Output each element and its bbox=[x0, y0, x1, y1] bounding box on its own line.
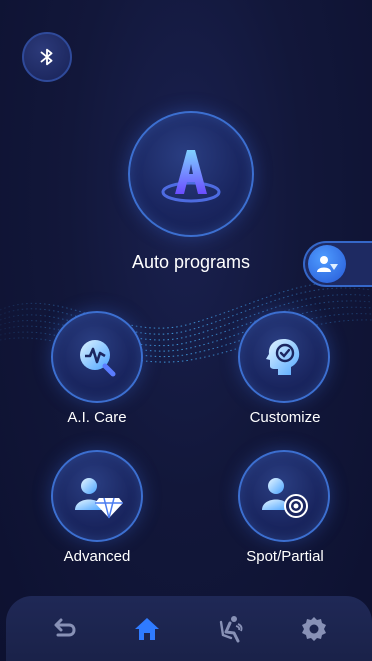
user-diamond-icon bbox=[317, 256, 338, 272]
bluetooth-button[interactable] bbox=[22, 32, 72, 82]
home-icon bbox=[135, 617, 160, 640]
spot-partial-icon bbox=[262, 478, 308, 518]
auto-a-icon bbox=[161, 150, 221, 203]
auto-programs-label: Auto programs bbox=[131, 252, 251, 272]
side-user-tab[interactable] bbox=[303, 241, 372, 287]
auto-programs-button[interactable] bbox=[128, 111, 254, 237]
ai-care-icon bbox=[80, 340, 116, 377]
customize-button[interactable] bbox=[238, 311, 330, 403]
nav-home-button[interactable] bbox=[124, 606, 170, 652]
nav-back-button[interactable] bbox=[41, 606, 87, 652]
nav-settings-button[interactable] bbox=[291, 606, 337, 652]
ai-care-label: A.I. Care bbox=[67, 409, 127, 426]
massage-chair-icon bbox=[219, 615, 243, 642]
customize-icon bbox=[266, 339, 300, 375]
bottom-navigation bbox=[6, 596, 372, 661]
advanced-icon bbox=[75, 478, 123, 519]
settings-icon bbox=[302, 616, 327, 641]
spot-partial-button[interactable] bbox=[238, 450, 330, 542]
nav-massage-button[interactable] bbox=[208, 606, 254, 652]
customize-label: Customize bbox=[249, 409, 321, 426]
back-icon bbox=[54, 618, 76, 636]
ai-care-button[interactable] bbox=[51, 311, 143, 403]
bluetooth-icon bbox=[40, 48, 53, 66]
home-screen: Auto programs A.I. Care Customize Advanc… bbox=[0, 0, 372, 661]
advanced-button[interactable] bbox=[51, 450, 143, 542]
spot-partial-label: Spot/Partial bbox=[246, 548, 324, 565]
advanced-label: Advanced bbox=[63, 548, 131, 565]
